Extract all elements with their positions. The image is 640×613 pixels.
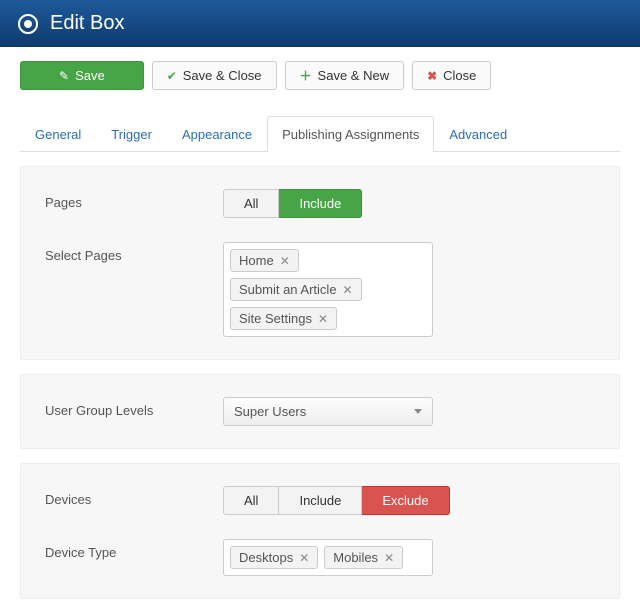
pages-mode-group: All Include [223, 189, 362, 218]
page-tag: Submit an Article ✕ [230, 278, 362, 301]
select-pages-input[interactable]: Home ✕ Submit an Article ✕ Site Settings… [223, 242, 433, 337]
tab-publishing-assignments[interactable]: Publishing Assignments [267, 116, 434, 152]
chevron-down-icon [414, 409, 422, 414]
save-and-close-label: Save & Close [183, 68, 262, 83]
device-type-input[interactable]: Desktops ✕ Mobiles ✕ [223, 539, 433, 576]
pages-mode-all[interactable]: All [223, 189, 279, 218]
devices-mode-all[interactable]: All [223, 486, 279, 515]
panel-pages: Pages All Include Select Pages Home ✕ Su… [20, 166, 620, 360]
target-icon [18, 14, 38, 34]
page-tag-label: Site Settings [239, 311, 312, 326]
page-title: Edit Box [50, 12, 124, 35]
pages-label: Pages [45, 189, 223, 210]
page-tag: Site Settings ✕ [230, 307, 337, 330]
usergroup-select[interactable]: Super Users [223, 397, 433, 426]
page-header: Edit Box [0, 0, 640, 47]
page-tag-label: Home [239, 253, 274, 268]
pages-mode-include[interactable]: Include [279, 189, 362, 218]
plus-icon: ＋ [300, 70, 312, 82]
remove-tag-icon[interactable]: ✕ [343, 283, 353, 297]
device-tag-label: Mobiles [333, 550, 378, 565]
device-tag: Mobiles ✕ [324, 546, 403, 569]
remove-tag-icon[interactable]: ✕ [318, 312, 328, 326]
devices-mode-include[interactable]: Include [279, 486, 362, 515]
panel-devices: Devices All Include Exclude Device Type … [20, 463, 620, 599]
check-icon: ✔ [167, 70, 177, 82]
devices-label: Devices [45, 486, 223, 507]
remove-tag-icon[interactable]: ✕ [280, 254, 290, 268]
usergroup-select-value: Super Users [234, 404, 306, 419]
edit-icon: ✎ [59, 70, 69, 82]
save-and-new-label: Save & New [318, 68, 390, 83]
tab-trigger[interactable]: Trigger [96, 116, 167, 152]
tabs: General Trigger Appearance Publishing As… [20, 116, 620, 152]
select-pages-label: Select Pages [45, 242, 223, 263]
close-label: Close [443, 68, 476, 83]
devices-mode-group: All Include Exclude [223, 486, 450, 515]
page-tag: Home ✕ [230, 249, 299, 272]
save-and-close-button[interactable]: ✔ Save & Close [152, 61, 277, 90]
remove-tag-icon[interactable]: ✕ [299, 551, 309, 565]
close-button[interactable]: ✖ Close [412, 61, 491, 90]
close-icon: ✖ [427, 70, 437, 82]
devices-mode-exclude[interactable]: Exclude [362, 486, 449, 515]
tab-general[interactable]: General [20, 116, 96, 152]
tab-appearance[interactable]: Appearance [167, 116, 267, 152]
remove-tag-icon[interactable]: ✕ [384, 551, 394, 565]
device-tag-label: Desktops [239, 550, 293, 565]
panel-usergroups: User Group Levels Super Users [20, 374, 620, 449]
toolbar: ✎ Save ✔ Save & Close ＋ Save & New ✖ Clo… [0, 47, 640, 100]
save-and-new-button[interactable]: ＋ Save & New [285, 61, 405, 90]
page-tag-label: Submit an Article [239, 282, 337, 297]
tab-advanced[interactable]: Advanced [434, 116, 522, 152]
save-button[interactable]: ✎ Save [20, 61, 144, 90]
save-button-label: Save [75, 68, 105, 83]
usergroup-label: User Group Levels [45, 397, 223, 418]
device-tag: Desktops ✕ [230, 546, 318, 569]
